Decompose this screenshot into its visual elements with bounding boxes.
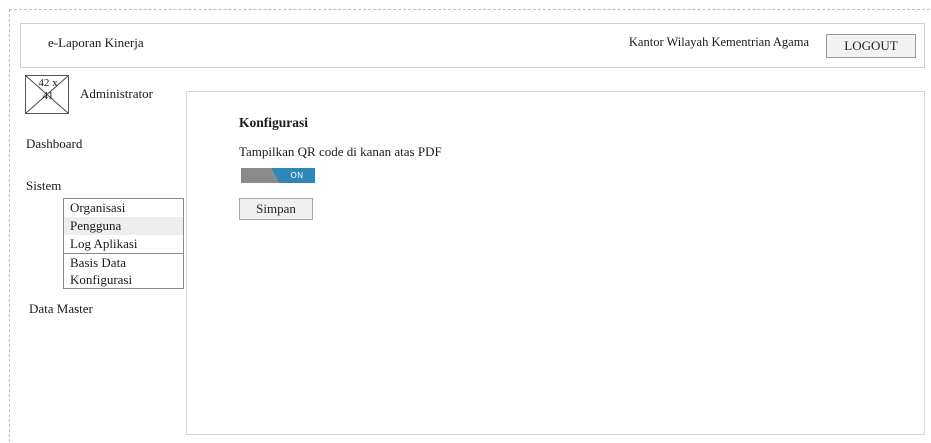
header-bar: e-Laporan Kinerja Kantor Wilayah Kementr… bbox=[20, 23, 925, 68]
main-panel: Konfigurasi Tampilkan QR code di kanan a… bbox=[186, 91, 925, 435]
avatar-size-label: 42 x 41 bbox=[29, 77, 67, 103]
submenu-item-basis-data[interactable]: Basis Data bbox=[64, 253, 183, 271]
toggle-state-label: ON bbox=[290, 171, 304, 180]
organization-name: Kantor Wilayah Kementrian Agama bbox=[628, 35, 809, 49]
nav-sistem[interactable]: Sistem bbox=[26, 178, 61, 194]
avatar-size-height: 41 bbox=[42, 90, 54, 102]
user-name: Administrator bbox=[80, 86, 153, 101]
logout-button[interactable]: LOGOUT bbox=[826, 34, 916, 58]
submenu-item-pengguna[interactable]: Pengguna bbox=[64, 217, 183, 235]
submenu-item-log-aplikasi[interactable]: Log Aplikasi bbox=[64, 235, 183, 253]
qr-code-toggle[interactable]: ON bbox=[241, 168, 315, 183]
avatar: 42 x 41 bbox=[25, 75, 69, 114]
submenu-item-organisasi[interactable]: Organisasi bbox=[64, 199, 183, 217]
submenu-item-konfigurasi[interactable]: Konfigurasi bbox=[64, 271, 183, 289]
nav-data-master[interactable]: Data Master bbox=[29, 301, 93, 317]
save-button[interactable]: Simpan bbox=[239, 198, 313, 220]
app-title: e-Laporan Kinerja bbox=[48, 35, 144, 50]
avatar-size-width: 42 x bbox=[38, 77, 58, 89]
qr-setting-label: Tampilkan QR code di kanan atas PDF bbox=[239, 144, 442, 159]
sistem-submenu: Organisasi Pengguna Log Aplikasi Basis D… bbox=[63, 198, 184, 289]
page-title: Konfigurasi bbox=[239, 115, 309, 130]
nav-dashboard[interactable]: Dashboard bbox=[26, 136, 82, 152]
